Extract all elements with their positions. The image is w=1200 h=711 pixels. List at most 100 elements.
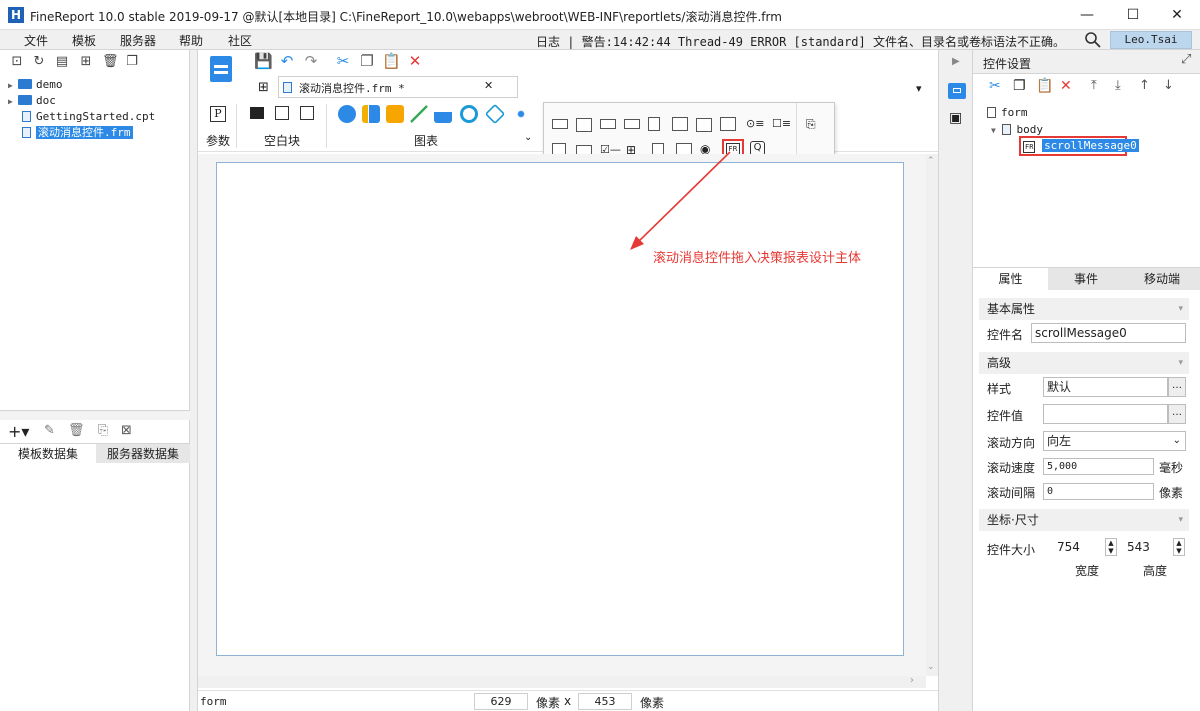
text-area-icon[interactable] (720, 117, 736, 131)
menu-community[interactable]: 社区 (228, 32, 252, 49)
copy-icon[interactable]: ❐ (125, 55, 139, 69)
maximize-button[interactable]: ☐ (1110, 0, 1156, 30)
expand-icon[interactable]: ▶ (8, 78, 18, 94)
move-up-icon[interactable]: ↑ (1139, 78, 1150, 93)
delete-icon[interactable]: 🗑 (102, 55, 119, 69)
paste-icon[interactable]: 📋 (382, 52, 401, 70)
scroll-speed-input[interactable]: 5,000 (1043, 458, 1154, 475)
menu-template[interactable]: 模板 (72, 32, 96, 49)
password-field-icon[interactable] (600, 119, 616, 129)
widget-height-spinner[interactable]: 543 ▲ ▼ (1125, 538, 1191, 558)
radio-group-icon[interactable]: ⊙≡ (746, 117, 764, 130)
section-coordinates-size[interactable]: 坐标·尺寸 ▾ (979, 509, 1189, 531)
edit-icon[interactable]: ✎ (44, 423, 55, 438)
label-widget-icon[interactable] (576, 118, 592, 132)
tab-server-dataset[interactable]: 服务器数据集 (96, 443, 190, 463)
log-message[interactable]: 日志 | 警告:14:42:44 Thread-49 ERROR [standa… (536, 33, 1065, 50)
widget-value-more-button[interactable]: … (1168, 404, 1186, 424)
undo-icon[interactable]: ↶ (278, 52, 296, 70)
style-input[interactable]: 默认 (1043, 377, 1168, 397)
style-more-button[interactable]: … (1168, 377, 1186, 397)
document-tab[interactable]: 滚动消息控件.frm * ✕ (278, 76, 518, 98)
widget-settings-icon[interactable] (948, 83, 966, 99)
number-editor-icon[interactable] (696, 118, 712, 132)
tab-mobile[interactable]: 移动端 (1124, 267, 1200, 290)
area-chart-icon[interactable] (434, 105, 452, 123)
component-library-icon[interactable]: ▣ (949, 110, 962, 126)
cut-icon[interactable]: ✂ (334, 52, 352, 70)
refresh-icon[interactable]: ↻ (32, 55, 46, 69)
widget-value-input[interactable] (1043, 404, 1168, 424)
horizontal-bar-icon[interactable] (386, 105, 404, 123)
close-window-button[interactable]: ✕ (1154, 0, 1200, 30)
horizontal-scrollbar[interactable]: › (198, 675, 926, 688)
move-down-icon[interactable]: ⤓ (1115, 78, 1121, 93)
line-chart-icon[interactable] (410, 105, 428, 123)
gauge-chart-icon[interactable] (460, 105, 478, 123)
delete-toolbar-icon[interactable]: ✕ (406, 52, 424, 70)
redo-icon[interactable]: ↷ (302, 52, 320, 70)
new-folder-icon[interactable]: ⊡ (10, 55, 24, 69)
section-basic-properties[interactable]: 基本属性 ▾ (979, 298, 1189, 320)
height-stepper-icon[interactable]: ▲ ▼ (1173, 538, 1185, 556)
pie-chart-icon[interactable] (338, 105, 356, 123)
open-template-icon[interactable]: ▤ (55, 55, 69, 69)
preview-icon[interactable]: ⎘ (98, 423, 108, 438)
parameter-icon[interactable]: P (210, 106, 226, 122)
widget-tree-scrollmessage[interactable]: FR scrollMessage0 (1023, 139, 1139, 153)
scatter-chart-icon[interactable] (512, 105, 530, 123)
width-stepper-icon[interactable]: ▲ ▼ (1105, 538, 1117, 556)
menu-help[interactable]: 帮助 (179, 32, 203, 49)
widget-tree-form[interactable]: form (987, 106, 1028, 119)
text-field-icon[interactable] (552, 119, 568, 129)
tab-template-dataset[interactable]: 模板数据集 (0, 443, 96, 463)
scroll-direction-select[interactable]: 向左 ⌄ (1043, 431, 1186, 451)
copy-toolbar-icon[interactable]: ❐ (358, 52, 376, 70)
canvas-height-field[interactable]: 453 (578, 693, 632, 710)
menu-server[interactable]: 服务器 (120, 32, 156, 49)
splitter[interactable] (0, 410, 190, 420)
add-dataset-icon[interactable]: +▾ (8, 422, 29, 441)
search-icon[interactable] (1084, 31, 1102, 49)
tree-item-demo[interactable]: ▶ demo (8, 77, 63, 93)
copy-widget-icon[interactable]: ❐ (1013, 78, 1026, 94)
collapse-panel-icon[interactable]: ⤢ (1181, 52, 1191, 67)
combo-box-icon[interactable] (624, 119, 640, 129)
tree-item-gettingstarted[interactable]: GettingStarted.cpt (22, 109, 155, 125)
absolute-layout-icon[interactable] (250, 107, 264, 119)
save-icon[interactable]: 💾 (254, 52, 273, 70)
grid-icon[interactable]: ⊞ (258, 80, 269, 95)
expand-icon[interactable]: ▶ (8, 94, 18, 110)
collapse-left-icon[interactable]: ▶ (952, 56, 960, 67)
form-designer-icon[interactable] (210, 56, 232, 82)
expand-body-icon[interactable]: ▼ (991, 126, 996, 135)
more-widgets-icon[interactable]: ⎘ (806, 117, 816, 132)
canvas-width-field[interactable]: 629 (474, 693, 528, 710)
locate-icon[interactable]: ⊞ (79, 55, 93, 69)
chart-more-icon[interactable]: ⌄ (524, 132, 532, 143)
widget-name-input[interactable]: scrollMessage0 (1031, 323, 1186, 343)
move-bottom-icon[interactable]: ↓ (1163, 78, 1174, 93)
tree-item-scrollmessage-frm[interactable]: 滚动消息控件.frm (22, 125, 133, 141)
close-tab-icon[interactable]: ✕ (484, 79, 493, 92)
form-body-canvas[interactable] (216, 162, 904, 656)
tab-menu-icon[interactable]: ▾ (916, 82, 922, 95)
tree-item-doc[interactable]: ▶ doc (8, 93, 56, 109)
server-dataset-icon[interactable]: ⊠ (121, 423, 132, 438)
tab-properties[interactable]: 属性 (973, 267, 1048, 290)
table-layout-icon[interactable] (300, 106, 314, 120)
delete-dataset-icon[interactable]: 🗑 (68, 423, 85, 438)
date-widget-icon[interactable] (672, 117, 688, 131)
number-field-icon[interactable] (648, 117, 660, 131)
delete-widget-icon[interactable]: ✕ (1060, 78, 1072, 94)
move-top-icon[interactable]: ⤒ (1091, 78, 1097, 93)
user-badge[interactable]: Leo.Tsai (1110, 31, 1192, 49)
widget-width-spinner[interactable]: 754 ▲ ▼ (1053, 538, 1119, 558)
vertical-scrollbar[interactable]: ⌃ ⌄ (926, 154, 938, 676)
widget-tree-body[interactable]: ▼ body (991, 123, 1043, 136)
checkbox-group-icon[interactable]: ☐≡ (772, 117, 791, 130)
cut-widget-icon[interactable]: ✂ (989, 78, 1001, 94)
section-advanced[interactable]: 高级 ▾ (979, 352, 1189, 374)
split-layout-icon[interactable] (275, 106, 289, 120)
bar-chart-icon[interactable] (362, 105, 380, 123)
